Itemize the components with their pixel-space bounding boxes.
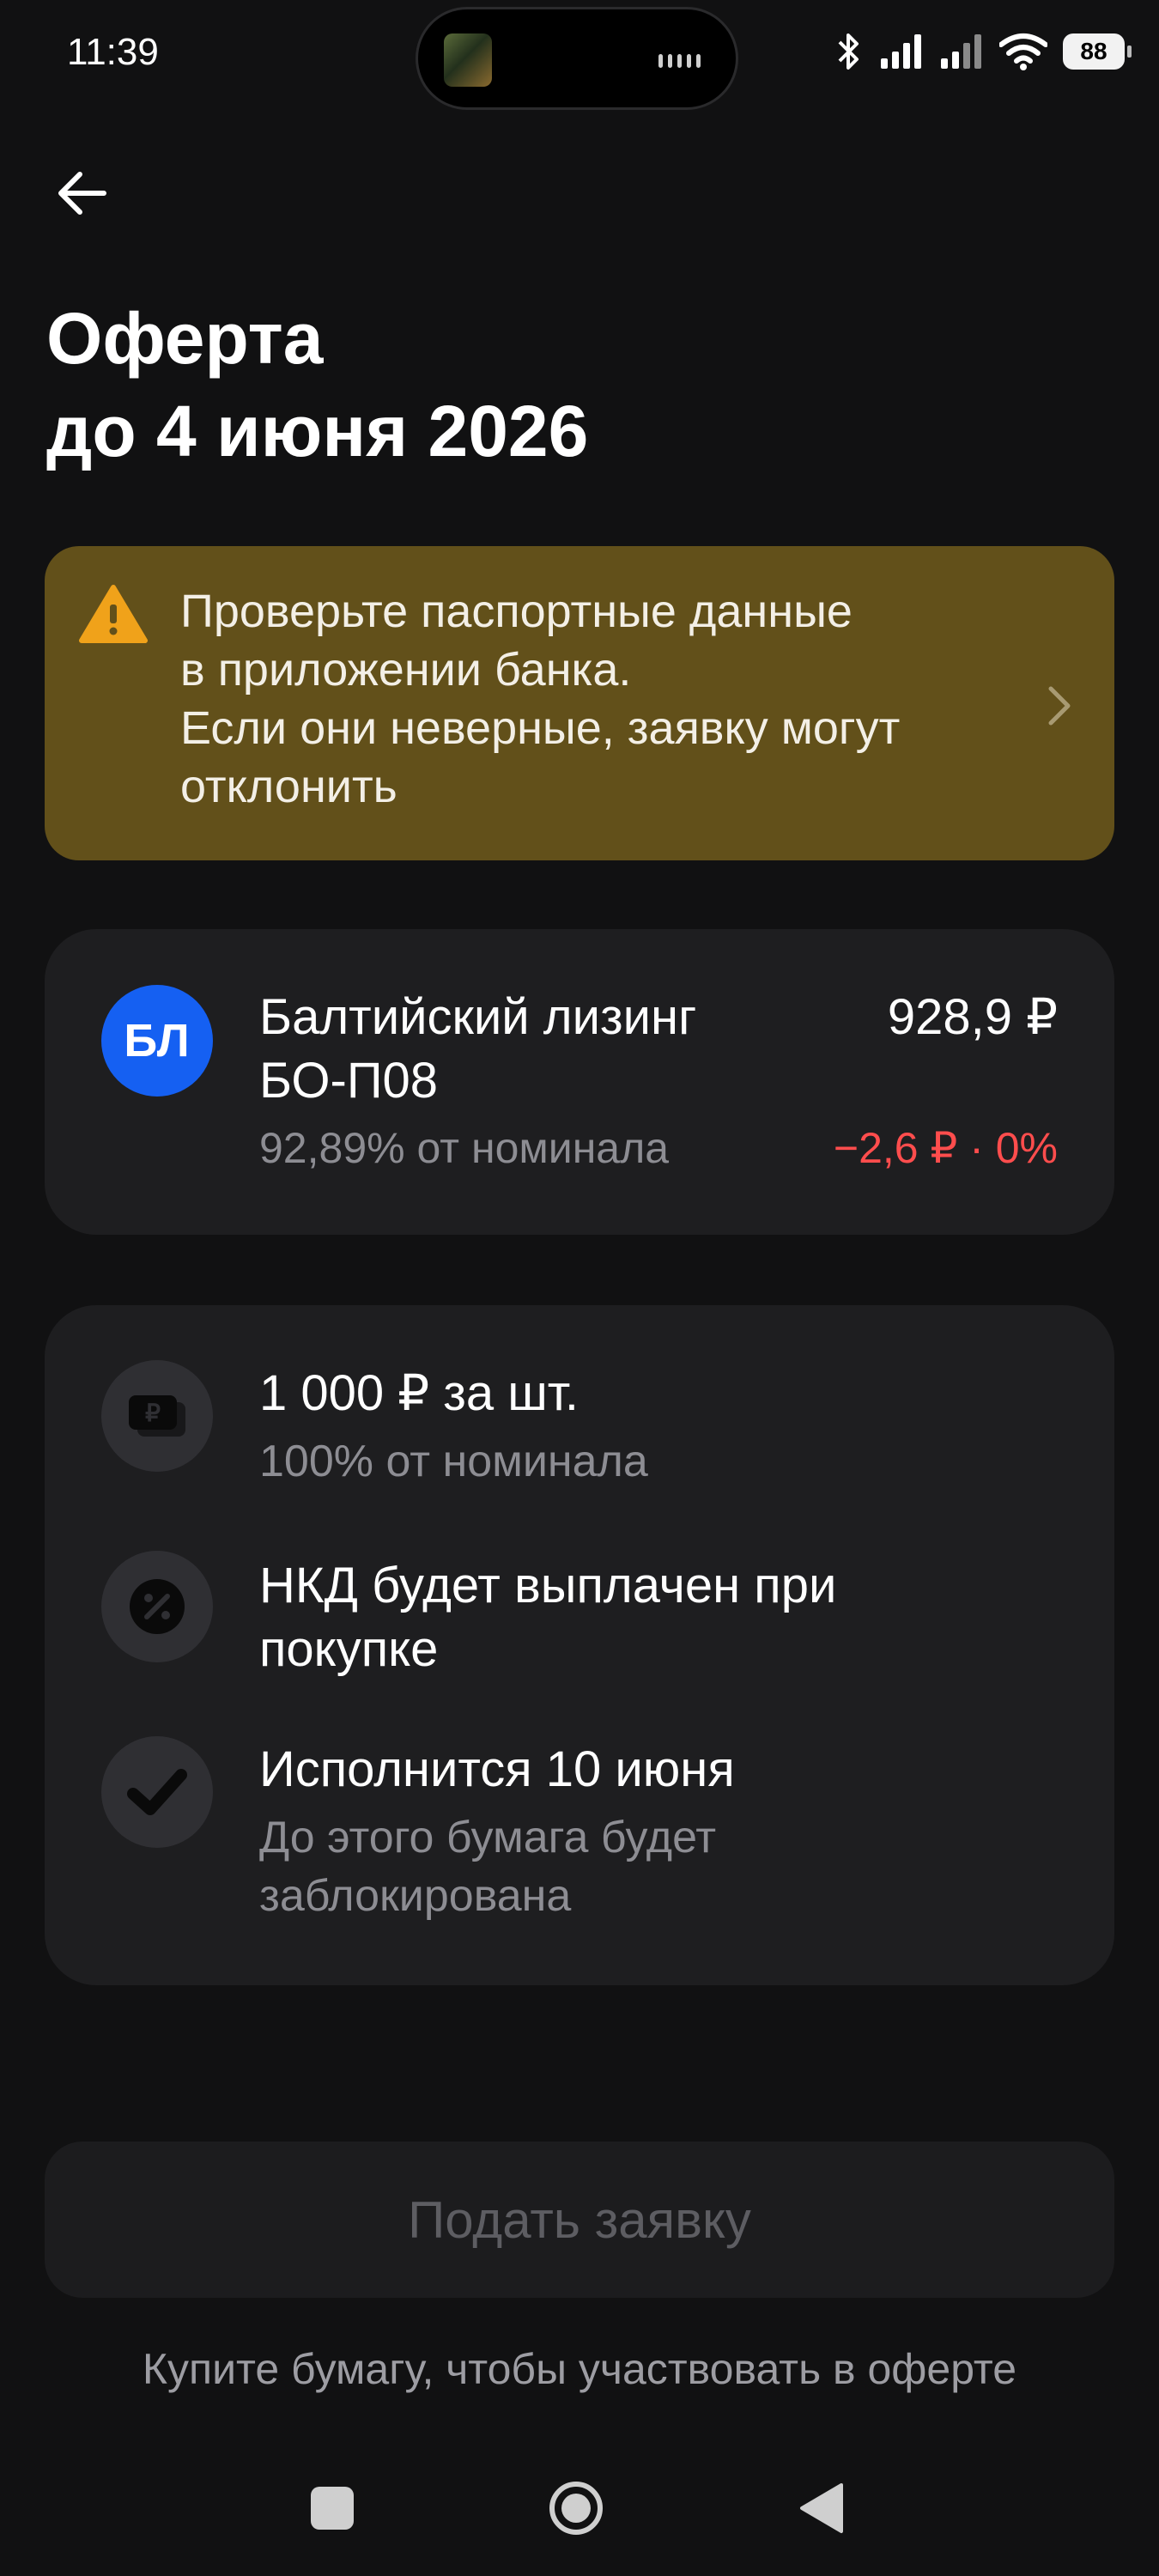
- page-title-line-2: до 4 июня 2026: [46, 391, 589, 471]
- warning-text: Проверьте паспортные данные в приложении…: [180, 582, 1039, 816]
- bond-name: Балтийский лизинг БО-П08: [259, 986, 809, 1113]
- now-playing-artwork: [444, 33, 492, 87]
- battery-icon: 88: [1063, 33, 1132, 70]
- bluetooth-icon: [838, 33, 859, 70]
- coupon-income-line: покупке: [259, 1621, 439, 1677]
- signal-icon: [881, 34, 921, 69]
- buy-hint: Купите бумагу, чтобы участвовать в оферт…: [142, 2345, 1017, 2393]
- back-button[interactable]: [43, 155, 120, 232]
- bond-price-change: −2,6 ₽ · 0%: [833, 1124, 1058, 1172]
- status-time: 11:39: [67, 31, 159, 73]
- nav-back-button[interactable]: [797, 2482, 845, 2535]
- bond-logo: БЛ: [101, 985, 213, 1097]
- arrow-left-icon: [58, 172, 106, 215]
- bond-issuer: Балтийский лизинг: [259, 989, 697, 1045]
- blocked-note: До этого бумага будет заблокирована: [259, 1808, 1032, 1925]
- signal-icon: [941, 34, 981, 69]
- price-per-unit: 1 000 ₽ за шт.: [259, 1365, 580, 1421]
- warning-line: Если они неверные, заявку могут: [180, 702, 901, 754]
- percent-icon: [101, 1551, 213, 1662]
- wifi-icon: [999, 33, 1047, 70]
- warning-line: в приложении банка.: [180, 644, 632, 696]
- warning-line: Проверьте паспортные данные: [180, 586, 853, 637]
- audio-wave-icon: [658, 52, 710, 70]
- bond-series: БО-П08: [259, 1053, 439, 1109]
- bond-card[interactable]: БЛ Балтийский лизинг БО-П08 928,9 ₽ 92,8…: [45, 929, 1114, 1235]
- chevron-right-icon: [1048, 686, 1071, 726]
- coupon-income-note: НКД будет выплачен при покупке: [259, 1554, 1032, 1681]
- warning-icon: [79, 585, 148, 643]
- page-title: Оферта до 4 июня 2026: [46, 292, 1077, 477]
- bond-price: 928,9 ₽: [887, 989, 1058, 1045]
- passport-warning-banner[interactable]: Проверьте паспортные данные в приложении…: [45, 546, 1114, 860]
- warning-line: отклонить: [180, 761, 397, 812]
- bond-nominal-percent: 92,89% от номинала: [259, 1124, 670, 1172]
- recent-apps-button[interactable]: [311, 2487, 354, 2530]
- checkmark-icon: [101, 1736, 213, 1848]
- page-title-line-1: Оферта: [46, 298, 324, 379]
- svg-text:₽: ₽: [145, 1400, 161, 1426]
- submit-application-button[interactable]: Подать заявку: [45, 2142, 1114, 2298]
- dynamic-island[interactable]: [416, 7, 738, 110]
- status-icons: 88: [834, 26, 1132, 77]
- price-nominal-percent: 100% от номинала: [259, 1437, 648, 1486]
- ruble-bill-icon: ₽: [101, 1360, 213, 1472]
- home-button[interactable]: [548, 2480, 604, 2537]
- blocked-note-line: заблокирована: [259, 1871, 572, 1921]
- coupon-income-line: НКД будет выплачен при: [259, 1558, 837, 1613]
- offer-details-card: ₽ 1 000 ₽ за шт. 100% от номинала НКД бу…: [45, 1305, 1114, 1985]
- execution-date: Исполнится 10 июня: [259, 1741, 735, 1797]
- blocked-note-line: До этого бумага будет: [259, 1813, 717, 1862]
